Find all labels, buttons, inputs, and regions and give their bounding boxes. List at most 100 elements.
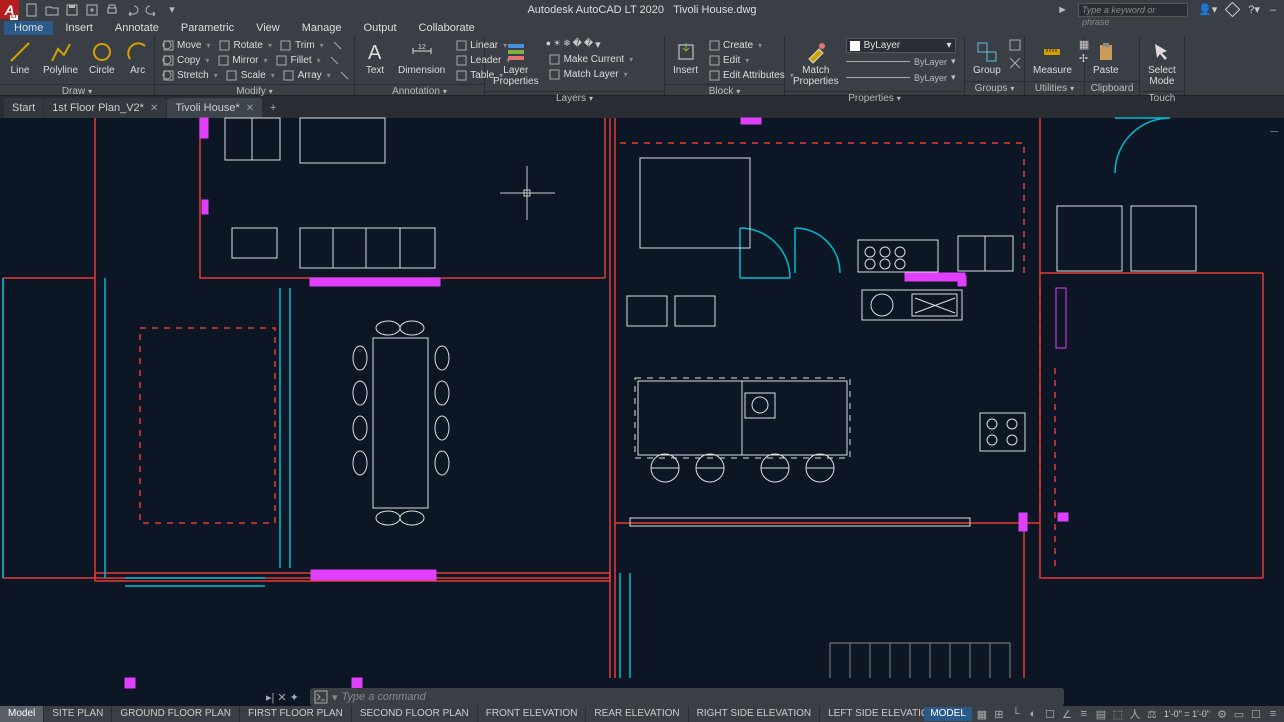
polyline-button[interactable]: Polyline [39, 38, 82, 78]
print-icon[interactable] [105, 3, 119, 17]
layer-state-icon[interactable]: ❄ [563, 38, 571, 51]
layer-state-icon[interactable]: ☀ [553, 38, 561, 51]
layouttab-second-floor-plan[interactable]: SECOND FLOOR PLAN [352, 706, 478, 722]
filetab-fp1[interactable]: 1st Floor Plan_V2*✕ [44, 98, 166, 118]
open-icon[interactable] [45, 3, 59, 17]
cmd-close-icon[interactable]: ✕ [277, 691, 286, 704]
text-button[interactable]: A Text [359, 38, 391, 78]
panel-draw-title[interactable]: Draw▾ [0, 84, 154, 98]
linetype-combo[interactable]: ByLayer ▾ [846, 54, 956, 69]
layer-props-button[interactable]: LayerProperties [489, 38, 543, 89]
layouttab-front-elevation[interactable]: FRONT ELEVATION [478, 706, 587, 722]
trim-button[interactable]: Trim▾ [277, 38, 327, 52]
undo-icon[interactable] [125, 3, 139, 17]
polar-icon[interactable]: ◐ [1026, 707, 1040, 721]
match-layer-button[interactable]: Match Layer▾ [546, 67, 637, 81]
panel-annotation-title[interactable]: Annotation▾ [355, 84, 484, 98]
scale-button[interactable]: Scale▾ [223, 68, 278, 82]
help-icon[interactable]: ?▾ [1248, 3, 1260, 16]
layer-extra-icon[interactable]: ▾ [595, 38, 601, 51]
lineweight-combo[interactable]: ByLayer ▾ [846, 70, 956, 85]
layer-state-icon[interactable]: � [584, 38, 593, 51]
panel-utilities-title[interactable]: Utilities▾ [1025, 81, 1084, 95]
search-input[interactable]: Type a keyword or phrase [1078, 3, 1188, 17]
workspace-icon[interactable]: ⚙ [1215, 707, 1229, 721]
line-button[interactable]: Line [4, 38, 36, 78]
match-props-button[interactable]: MatchProperties [789, 38, 843, 89]
filetab-tivoli[interactable]: Tivoli House*✕ [167, 98, 262, 118]
arc-button[interactable]: Arc [122, 38, 154, 78]
circle-button[interactable]: Circle [85, 38, 119, 78]
edit-attr-button[interactable]: Edit Attributes▾ [705, 68, 797, 82]
panel-groups-title[interactable]: Groups▾ [965, 81, 1024, 95]
close-icon[interactable]: ✕ [150, 103, 158, 114]
panel-block-title[interactable]: Block▾ [665, 84, 784, 98]
layouttab-right-side-elevation[interactable]: RIGHT SIDE ELEVATION [689, 706, 820, 722]
fillet-button[interactable]: Fillet▾ [273, 53, 324, 67]
grid-icon[interactable]: ▦ [975, 707, 989, 721]
layouttab-model[interactable]: Model [0, 706, 44, 722]
move-button[interactable]: Move▾ [159, 38, 213, 52]
panel-modify-title[interactable]: Modify▾ [155, 84, 354, 98]
mirror-button[interactable]: Mirror▾ [214, 53, 270, 67]
layouttab-site-plan[interactable]: SITE PLAN [44, 706, 112, 722]
otrack-icon[interactable]: ∠ [1060, 707, 1074, 721]
saveas-icon[interactable] [85, 3, 99, 17]
scale-label[interactable]: 1'-0" = 1'-0" [1162, 709, 1212, 719]
drawing-canvas[interactable]: – [0, 118, 1284, 688]
modify-extra[interactable] [329, 38, 347, 52]
layer-state-icon[interactable]: ● [546, 38, 551, 51]
layer-state-icon[interactable]: � [573, 38, 582, 51]
osnap-icon[interactable]: ☐ [1043, 707, 1057, 721]
lineweight-icon[interactable]: ≡ [1077, 707, 1091, 721]
app-exchange-icon[interactable] [1225, 2, 1241, 18]
menu-insert[interactable]: Insert [55, 21, 103, 35]
group-edit-icon[interactable] [1008, 38, 1022, 55]
create-button[interactable]: Create▾ [705, 38, 797, 52]
stretch-button[interactable]: Stretch▾ [159, 68, 221, 82]
selection-cycling-icon[interactable]: ⬚ [1111, 707, 1125, 721]
cmd-history-icon[interactable]: ▸| [266, 691, 274, 704]
rotate-button[interactable]: Rotate▾ [215, 38, 274, 52]
minimize-icon[interactable]: – [1270, 4, 1276, 16]
ortho-icon[interactable]: └ [1009, 707, 1023, 721]
status-model-button[interactable]: MODEL [924, 707, 972, 721]
monitor-icon[interactable]: ▭ [1232, 707, 1246, 721]
clean-screen-icon[interactable]: ☐ [1249, 707, 1263, 721]
qat-dropdown-icon[interactable]: ▾ [165, 3, 179, 17]
annotation-visibility-icon[interactable]: ⚖ [1145, 707, 1159, 721]
signin-icon[interactable]: 👤▾ [1198, 3, 1217, 16]
layouttab-rear-elevation[interactable]: REAR ELEVATION [586, 706, 688, 722]
array-button[interactable]: Array▾ [280, 68, 334, 82]
filetab-start[interactable]: Start [4, 98, 43, 118]
group-button[interactable]: Group [969, 38, 1005, 78]
paste-button[interactable]: Paste [1089, 38, 1123, 78]
new-tab-button[interactable]: + [263, 98, 283, 118]
redo-icon[interactable] [145, 3, 159, 17]
cmd-settings-icon[interactable]: ✦ [290, 691, 299, 704]
layer-color-combo[interactable]: ByLayer ▾ [846, 38, 956, 53]
dimension-button[interactable]: 12 Dimension [394, 38, 449, 78]
command-input[interactable]: Type a command [342, 691, 1060, 703]
menu-home[interactable]: Home [4, 21, 53, 35]
panel-properties-title[interactable]: Properties▾ [785, 91, 964, 105]
menu-parametric[interactable]: Parametric [171, 21, 244, 35]
app-logo[interactable]: ALT [0, 0, 19, 19]
snap-icon[interactable]: ⊞ [992, 707, 1006, 721]
modify-extra[interactable] [336, 68, 354, 82]
menu-view[interactable]: View [246, 21, 290, 35]
layouttab-ground-floor-plan[interactable]: GROUND FLOOR PLAN [112, 706, 240, 722]
close-icon[interactable]: ✕ [246, 103, 254, 114]
layouttab-first-floor-plan[interactable]: FIRST FLOOR PLAN [240, 706, 352, 722]
menu-collaborate[interactable]: Collaborate [409, 21, 485, 35]
modify-extra[interactable] [326, 53, 344, 67]
insert-button[interactable]: Insert [669, 38, 702, 78]
transparency-icon[interactable]: ▤ [1094, 707, 1108, 721]
edit-button[interactable]: Edit▾ [705, 53, 797, 67]
new-icon[interactable] [25, 3, 39, 17]
select-mode-button[interactable]: SelectMode [1144, 38, 1180, 89]
measure-button[interactable]: Measure [1029, 38, 1076, 78]
save-icon[interactable] [65, 3, 79, 17]
search-trigger-icon[interactable]: ► [1057, 4, 1068, 16]
menu-output[interactable]: Output [354, 21, 407, 35]
